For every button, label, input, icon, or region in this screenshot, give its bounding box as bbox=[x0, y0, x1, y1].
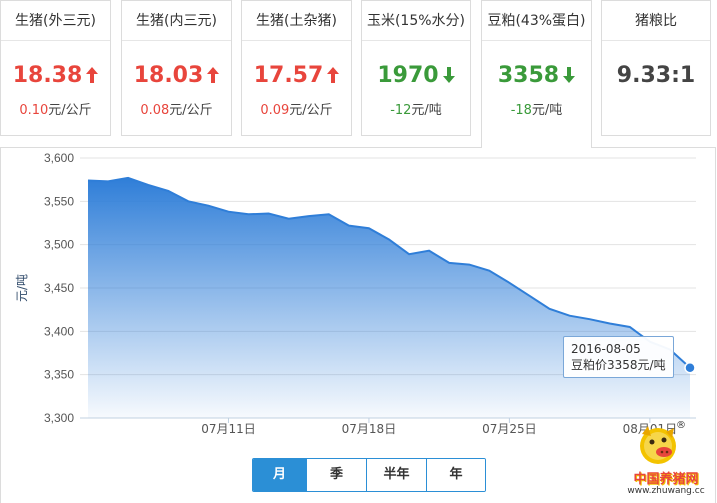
arrow-down-icon bbox=[563, 64, 576, 89]
y-tick-label: 3,550 bbox=[44, 194, 74, 208]
y-tick-label: 3,450 bbox=[44, 281, 74, 295]
y-tick-label: 3,500 bbox=[44, 238, 74, 252]
card-title: 豆粕(43%蛋白) bbox=[482, 1, 591, 41]
registered-mark: ® bbox=[676, 420, 686, 431]
tooltip-value: 豆粕价3358元/吨 bbox=[571, 358, 666, 372]
y-tick-label: 3,350 bbox=[44, 368, 74, 382]
x-tick-label: 07月18日 bbox=[342, 422, 397, 436]
change-value: -18 bbox=[510, 103, 532, 118]
logo-name: 中国养猪网 bbox=[633, 472, 699, 487]
chart-tooltip: 2016-08-05 豆粕价3358元/吨 bbox=[563, 336, 674, 378]
y-axis-label: 元/吨 bbox=[15, 274, 29, 302]
site-logo[interactable]: ® 中国养猪网 www.zhuwang.cc bbox=[618, 420, 714, 500]
change-unit: 元/吨 bbox=[531, 103, 563, 118]
y-tick-label: 3,300 bbox=[44, 411, 74, 425]
x-tick-label: 07月25日 bbox=[482, 422, 537, 436]
range-button-quarter[interactable]: 季 bbox=[307, 459, 367, 491]
range-selector: 月 季 半年 年 bbox=[252, 458, 486, 492]
pig-mascot-icon bbox=[640, 426, 676, 464]
range-button-year[interactable]: 年 bbox=[427, 459, 485, 491]
card-soybean-meal[interactable]: 豆粕(43%蛋白) 3358 -18元/吨 bbox=[481, 0, 592, 148]
y-tick-label: 3,400 bbox=[44, 324, 74, 338]
x-tick-label: 07月11日 bbox=[201, 422, 256, 436]
card-price-row: 3358 bbox=[482, 63, 591, 91]
y-tick-label: 3,600 bbox=[44, 151, 74, 165]
range-button-half-year[interactable]: 半年 bbox=[367, 459, 427, 491]
tooltip-date: 2016-08-05 bbox=[571, 342, 641, 356]
range-button-month[interactable]: 月 bbox=[253, 459, 307, 491]
price-chart: 3,300 3,350 3,400 3,450 3,500 3,550 3,600 元/吨 07… bbox=[15, 151, 696, 436]
series-area bbox=[88, 177, 690, 418]
card-price: 3358 bbox=[497, 63, 560, 88]
logo-url: www.zhuwang.cc bbox=[627, 486, 705, 496]
card-change: -18元/吨 bbox=[482, 99, 591, 118]
data-point-highlight bbox=[684, 361, 696, 374]
